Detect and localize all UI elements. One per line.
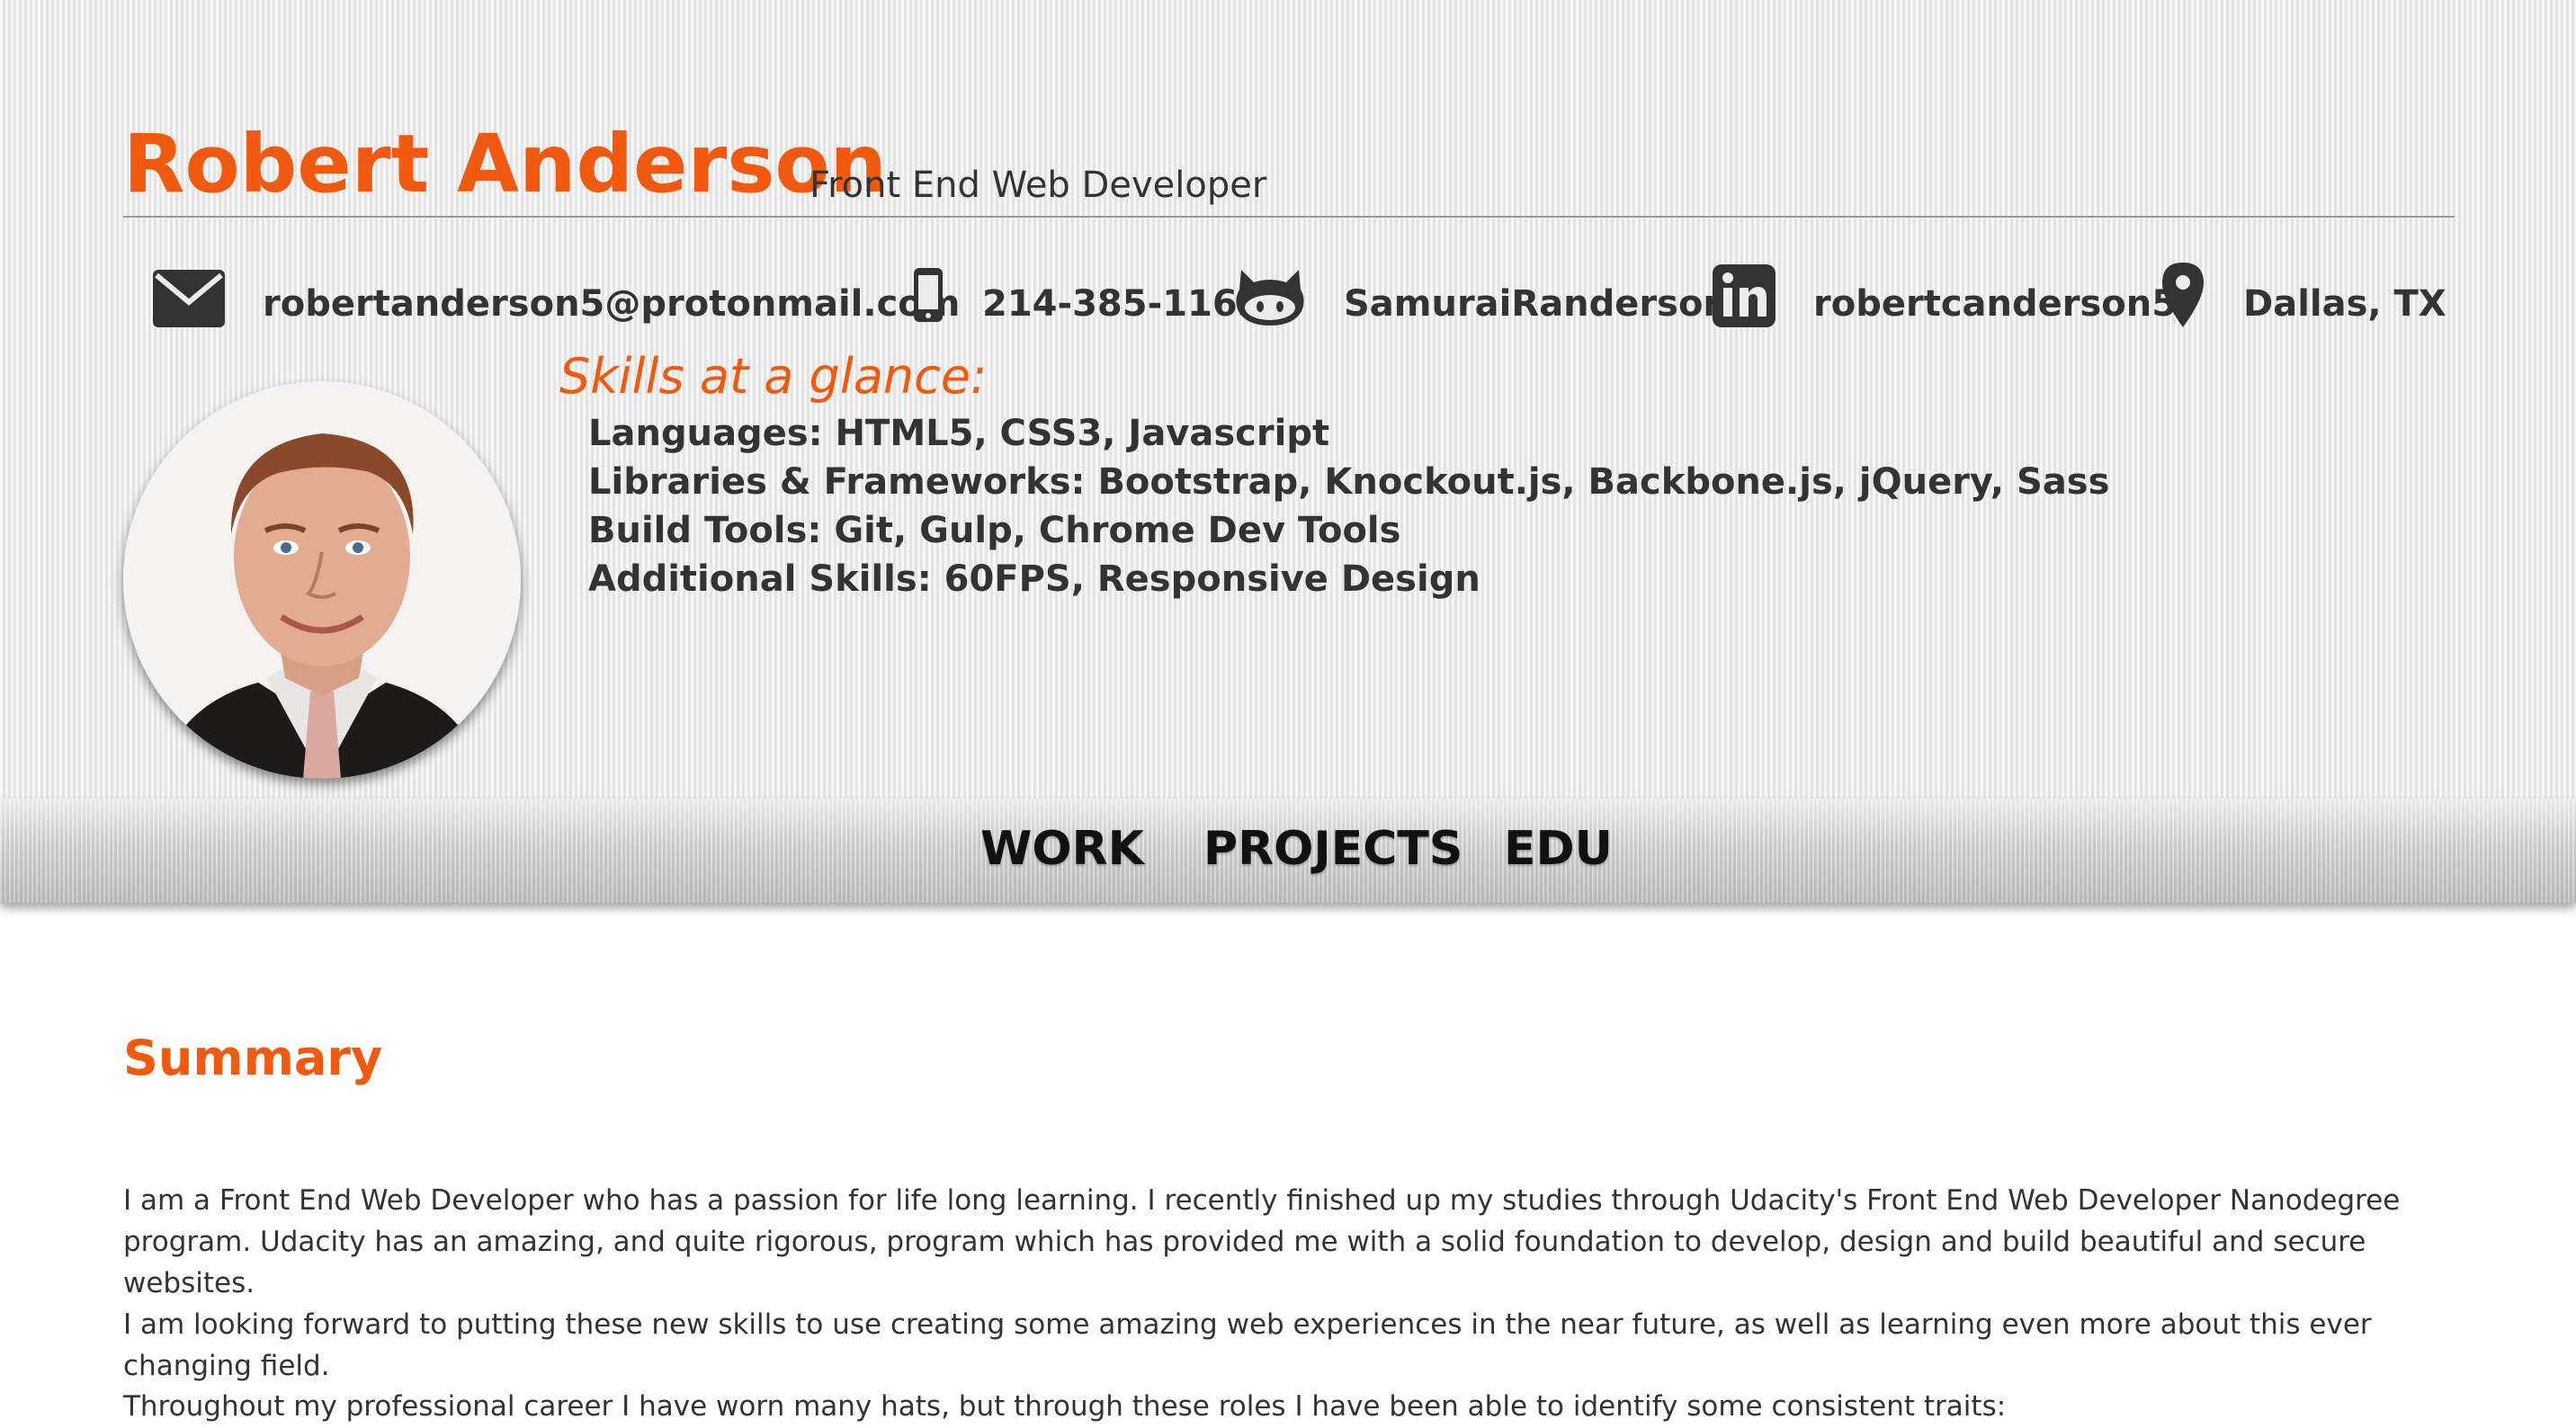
envelope-icon [153, 270, 225, 327]
header: Robert Anderson Front End Web Developer … [0, 0, 2576, 799]
mobile-phone-icon [914, 268, 943, 322]
skill-libraries: Libraries & Frameworks: Bootstrap, Knock… [588, 461, 2110, 503]
skill-additional: Additional Skills: 60FPS, Responsive Des… [588, 558, 1480, 600]
nav-projects[interactable]: PROJECTS [1203, 826, 1462, 872]
skills-heading: Skills at a glance: [559, 348, 988, 405]
avatar [123, 381, 521, 779]
location: Dallas, TX [2243, 283, 2446, 325]
summary-paragraph-1: I am a Front End Web Developer who has a… [123, 1184, 2401, 1299]
email-link[interactable]: robertanderson5@protonmail.com [263, 286, 960, 322]
github-icon [1236, 270, 1304, 326]
main-nav: WORK PROJECTS EDU [0, 799, 2576, 903]
nav-edu[interactable]: EDU [1504, 826, 1613, 872]
skill-build-tools: Build Tools: Git, Gulp, Chrome Dev Tools [588, 510, 1401, 551]
job-role: Front End Web Developer [809, 165, 1267, 206]
github-username[interactable]: SamuraiRanderson [1344, 286, 1729, 322]
header-divider [123, 216, 2455, 218]
summary-paragraph-3: Throughout my professional career I have… [123, 1390, 2007, 1423]
map-pin-icon [2162, 263, 2204, 327]
summary-heading: Summary [123, 1030, 383, 1086]
phone-number[interactable]: 214-385-1163 [982, 286, 1263, 322]
page-title: Robert Anderson [123, 117, 887, 210]
nav-work[interactable]: WORK [980, 826, 1144, 872]
summary-paragraph-2: I am looking forward to putting these ne… [123, 1308, 2372, 1382]
profile-photo [123, 381, 521, 779]
linkedin-icon [1713, 264, 1775, 327]
skill-languages: Languages: HTML5, CSS3, Javascript [588, 413, 1330, 454]
linkedin-username[interactable]: robertcanderson5 [1813, 286, 2177, 322]
